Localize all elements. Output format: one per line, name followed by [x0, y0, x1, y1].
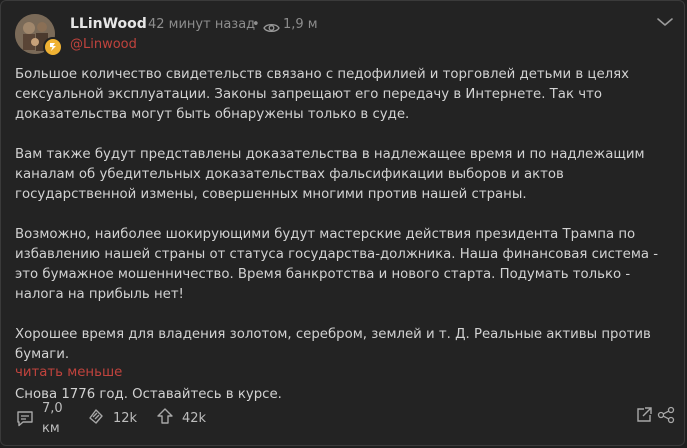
repost-count: 12k: [113, 410, 138, 426]
repost-button[interactable]: 12k: [87, 407, 137, 429]
post-paragraph: Вам также будут представлены доказательс…: [15, 147, 645, 202]
upvote-button[interactable]: 42k: [156, 407, 206, 429]
upvote-icon: [156, 407, 174, 429]
view-count: 1,9 м: [283, 17, 318, 32]
post-paragraph: Хорошее время для владения золотом, сере…: [15, 327, 651, 362]
chevron-down-icon[interactable]: [656, 13, 674, 32]
link-share-icon[interactable]: [657, 406, 675, 428]
verified-badge-icon: [43, 37, 63, 57]
upvote-count: 42k: [182, 410, 207, 426]
eye-icon: [263, 19, 280, 38]
comments-count-value: 7,0: [42, 401, 63, 416]
post-body: Большое количество свидетельств связано …: [15, 65, 670, 405]
username[interactable]: LLinWood: [70, 16, 147, 32]
read-less-link[interactable]: читать меньше: [15, 365, 122, 380]
post-paragraph: Возможно, наиболее шокирующими будут мас…: [15, 227, 659, 302]
comments-count: 7,0 км: [42, 399, 63, 439]
separator-dot: •: [252, 17, 260, 32]
post-card: LLinWood 42 минут назад • 1,9 м @Linwood…: [0, 0, 685, 446]
user-handle[interactable]: @Linwood: [70, 37, 137, 52]
repost-icon: [87, 407, 105, 429]
post-paragraph: Большое количество свидетельств связано …: [15, 67, 630, 122]
comment-icon: [16, 410, 34, 431]
post-time: 42 минут назад: [148, 17, 256, 32]
comments-count-unit: км: [42, 421, 60, 436]
comments-button[interactable]: 7,0 км: [16, 401, 63, 439]
post-paragraph: Снова 1776 год. Оставайтесь в курсе.: [15, 387, 282, 402]
share-icon[interactable]: [635, 406, 653, 428]
